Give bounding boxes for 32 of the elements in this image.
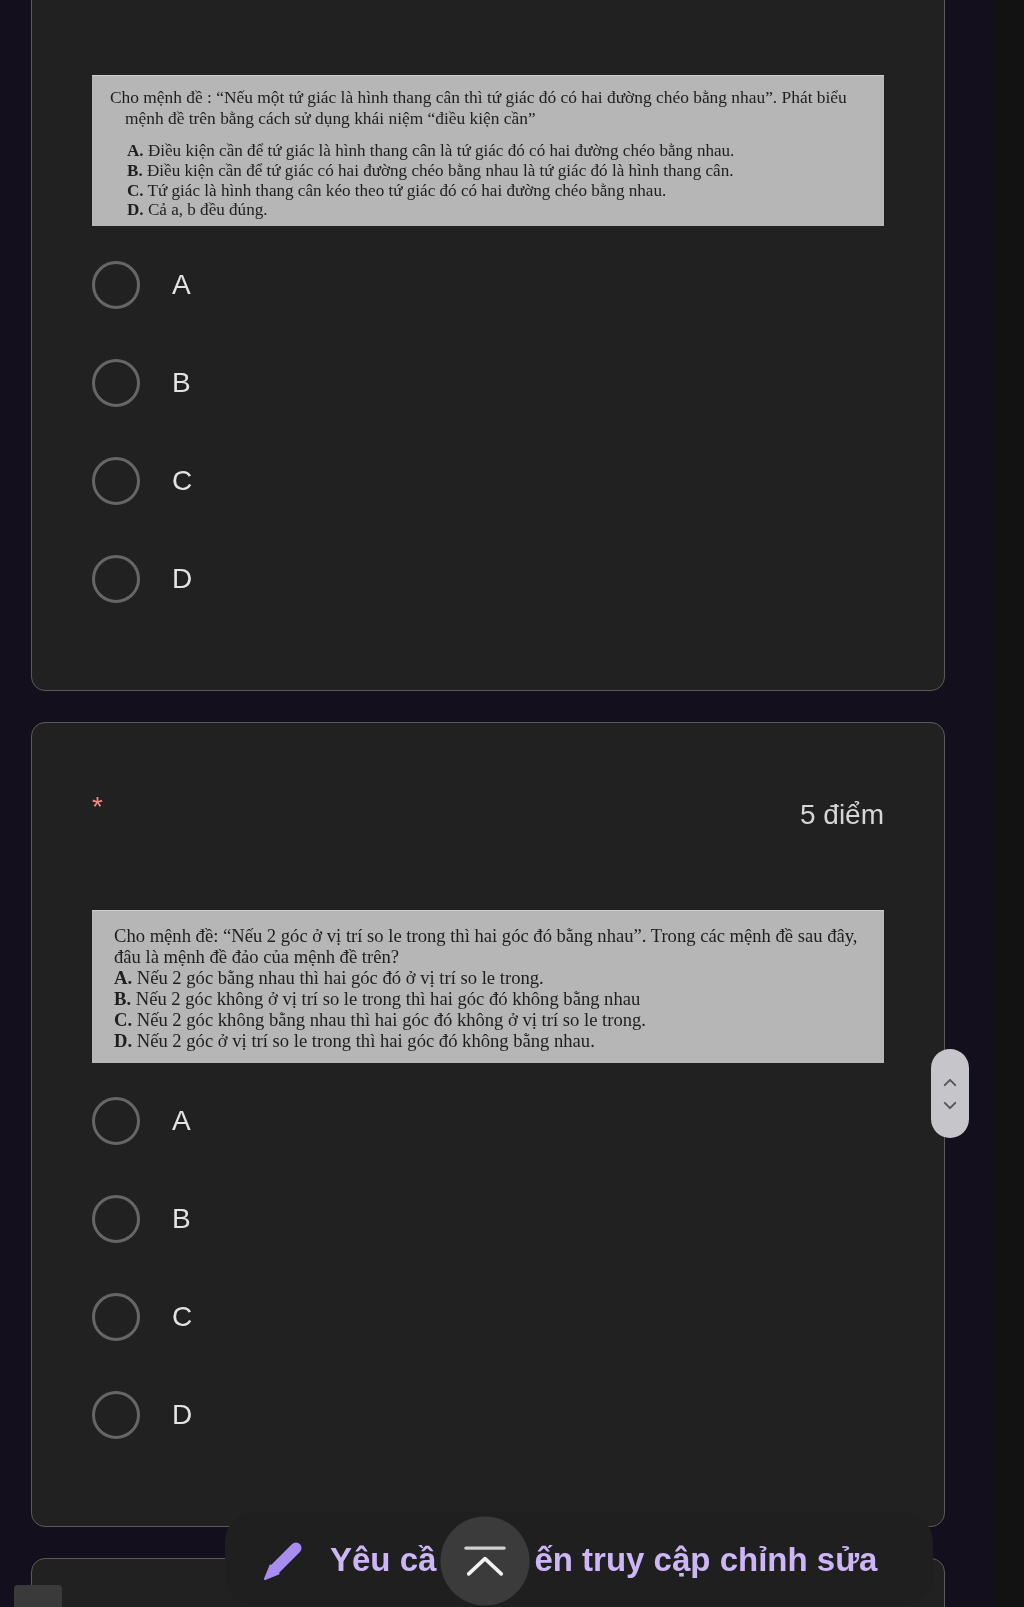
option-text: D. Cả a, b đều đúng. (127, 200, 269, 221)
option-text: B. Điều kiện cần để tứ giác có hai đường chéo bằng nhau là tứ giác đó là hình thang cân. (127, 160, 735, 181)
option-text: C. Nếu 2 góc không bằng nhau thì hai góc đó không ở vị trí so le trong. (114, 1009, 647, 1030)
radio-button[interactable] (92, 457, 140, 505)
points-label: 5 điểm (799, 798, 884, 832)
question-text: Cho mệnh đề: “Nếu 2 góc ở vị trí so le trong thì hai góc đó bằng nhau”. Trong các mệnh đề sau đây, đâu là mệnh đề đảo của mệnh đề trên? (114, 925, 859, 967)
question-text: Cho mệnh đề : “Nếu một tứ giác là hình thang cân thì tứ giác đó có hai đường chéo bằng nhau”. Phát biểu mệnh đề trên bằng cách sử dụng khái niệm “điều kiện cần” (110, 87, 848, 129)
radio-button[interactable] (92, 1391, 140, 1439)
choice-label[interactable]: A (172, 1104, 191, 1138)
radio-button[interactable] (92, 359, 140, 407)
choice-label[interactable]: B (172, 1202, 191, 1236)
choice-label[interactable]: C (172, 1300, 193, 1334)
option-text: A. Nếu 2 góc bằng nhau thì hai góc đó ở vị trí so le trong. (114, 967, 545, 988)
choice-label[interactable]: B (172, 366, 191, 400)
corner-block (14, 1585, 62, 1607)
option-text: C. Tứ giác là hình thang cân kéo theo tứ giác đó có hai đường chéo bằng nhau. (127, 180, 668, 201)
chevron-up-icon[interactable] (943, 1077, 957, 1087)
radio-button[interactable] (92, 555, 140, 603)
required-mark: * (92, 793, 103, 821)
chevron-down-icon[interactable] (943, 1100, 957, 1110)
choice-label[interactable]: C (172, 464, 193, 498)
radio-button[interactable] (92, 261, 140, 309)
option-text: B. Nếu 2 góc không ở vị trí so le trong thì hai góc đó không bằng nhau (114, 988, 642, 1009)
choice-label[interactable]: A (172, 268, 191, 302)
option-text: A. Điều kiện cần để tứ giác là hình thang cân là tứ giác đó có hai đường chéo bằng nhau. (127, 141, 736, 161)
choice-label[interactable]: D (172, 1398, 193, 1432)
option-text: D. Nếu 2 góc ở vị trí so le trong thì hai góc đó không bằng nhau. (114, 1030, 596, 1051)
radio-button[interactable] (92, 1293, 140, 1341)
choice-label[interactable]: D (172, 562, 193, 596)
radio-button[interactable] (92, 1097, 140, 1145)
radio-button[interactable] (92, 1195, 140, 1243)
bar-chevron-up-icon (463, 1545, 508, 1578)
